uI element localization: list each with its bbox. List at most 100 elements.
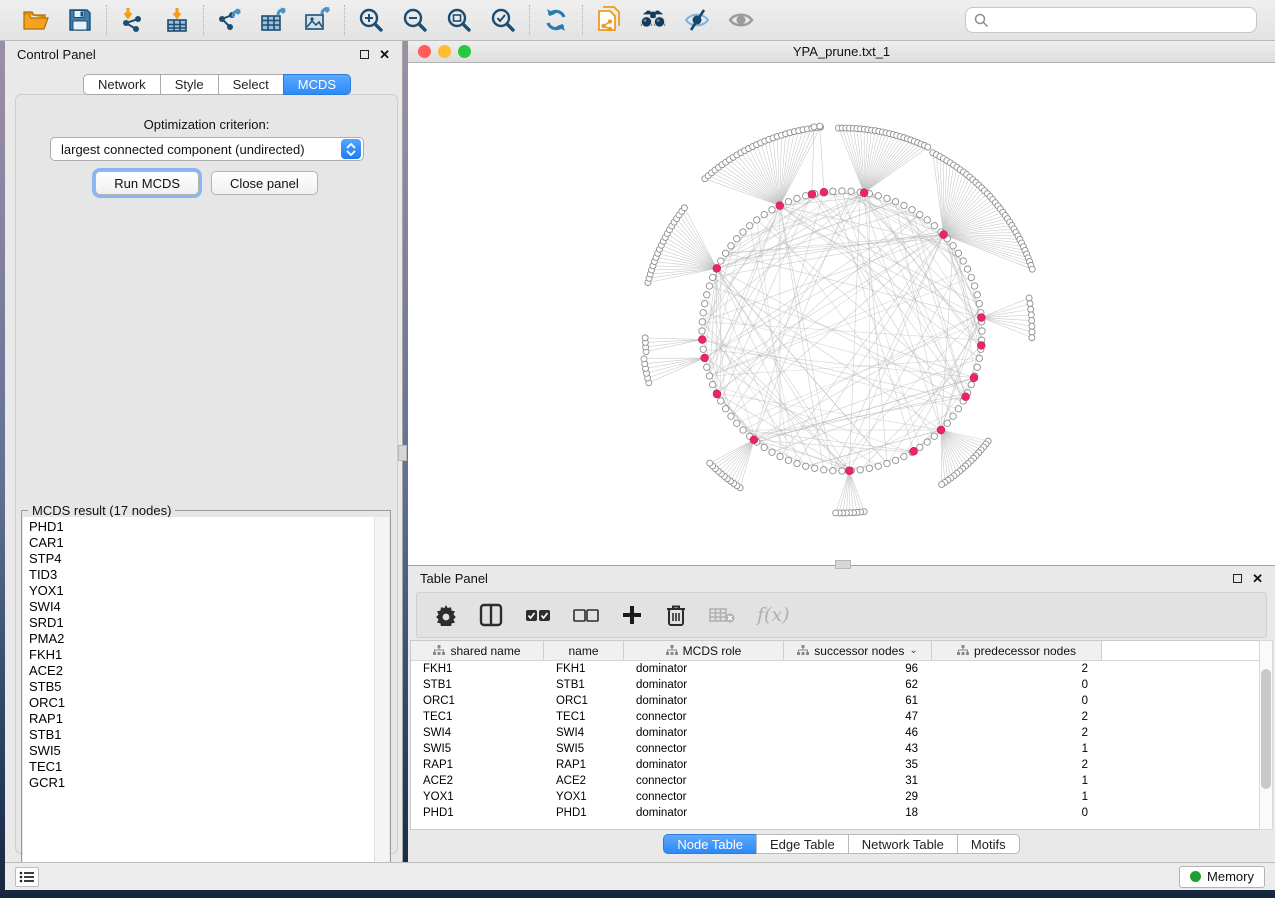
- mcds-result-item[interactable]: STB5: [23, 679, 375, 695]
- mcds-result-item[interactable]: TEC1: [23, 759, 375, 775]
- mcds-list-scrollbar[interactable]: [374, 517, 389, 876]
- mcds-result-item[interactable]: STP4: [23, 551, 375, 567]
- table-options-icon[interactable]: [435, 604, 457, 626]
- zoom-in-icon[interactable]: [357, 6, 385, 34]
- float-icon[interactable]: [1233, 574, 1242, 583]
- table-cell: 61: [784, 693, 932, 709]
- run-mcds-button[interactable]: Run MCDS: [95, 171, 199, 195]
- table-row[interactable]: TEC1TEC1connector472: [411, 709, 1259, 725]
- table-cell: FKH1: [544, 661, 624, 677]
- tab-style[interactable]: Style: [160, 74, 218, 95]
- show-all-icon[interactable]: [727, 6, 755, 34]
- mcds-result-item[interactable]: TID3: [23, 567, 375, 583]
- hide-selected-icon[interactable]: [683, 6, 711, 34]
- tab-network-table[interactable]: Network Table: [848, 834, 957, 854]
- column-header-predecessor-nodes[interactable]: predecessor nodes: [932, 641, 1102, 660]
- close-icon[interactable]: ✕: [1252, 574, 1263, 583]
- mcds-result-item[interactable]: GCR1: [23, 775, 375, 791]
- node-table[interactable]: shared namenameMCDS rolesuccessor nodes⌄…: [410, 640, 1260, 830]
- table-row[interactable]: RAP1RAP1dominator352: [411, 757, 1259, 773]
- column-header-successor-nodes[interactable]: successor nodes⌄: [784, 641, 932, 660]
- table-cell: dominator: [624, 725, 784, 741]
- task-history-button[interactable]: [15, 867, 39, 887]
- table-scrollbar[interactable]: [1259, 640, 1273, 830]
- criterion-dropdown[interactable]: largest connected component (undirected): [50, 137, 364, 161]
- table-cell: YOX1: [544, 789, 624, 805]
- tab-node-table[interactable]: Node Table: [663, 834, 756, 854]
- table-cell-filler: [1102, 677, 1259, 693]
- table-cell: 0: [932, 677, 1102, 693]
- apply-layout-icon[interactable]: [542, 6, 570, 34]
- mcds-result-item[interactable]: SWI4: [23, 599, 375, 615]
- horizontal-splitter-handle[interactable]: [835, 560, 851, 569]
- table-cell: 47: [784, 709, 932, 725]
- mcds-result-item[interactable]: SRD1: [23, 615, 375, 631]
- zoom-fit-icon[interactable]: [445, 6, 473, 34]
- table-row[interactable]: ACE2ACE2connector311: [411, 773, 1259, 789]
- tab-edge-table[interactable]: Edge Table: [756, 834, 848, 854]
- main-toolbar: [0, 0, 1275, 41]
- table-row[interactable]: SWI4SWI4dominator462: [411, 725, 1259, 741]
- export-network-icon[interactable]: [216, 6, 244, 34]
- table-row[interactable]: STB1STB1dominator620: [411, 677, 1259, 693]
- table-cell: ORC1: [544, 693, 624, 709]
- mcds-result-item[interactable]: ACE2: [23, 663, 375, 679]
- tab-mcds[interactable]: MCDS: [283, 74, 351, 95]
- tab-motifs[interactable]: Motifs: [957, 834, 1020, 854]
- import-table-icon[interactable]: [163, 6, 191, 34]
- tab-select[interactable]: Select: [218, 74, 283, 95]
- deselect-all-icon[interactable]: [573, 607, 599, 623]
- tab-network[interactable]: Network: [83, 74, 160, 95]
- table-row[interactable]: YOX1YOX1connector291: [411, 789, 1259, 805]
- mcds-result-item[interactable]: PMA2: [23, 631, 375, 647]
- delete-column-icon[interactable]: [665, 603, 687, 627]
- export-table-icon[interactable]: [260, 6, 288, 34]
- network-from-selection-icon[interactable]: [595, 6, 623, 34]
- mcds-result-item[interactable]: SWI5: [23, 743, 375, 759]
- float-icon[interactable]: [360, 50, 369, 59]
- table-cell: STB1: [544, 677, 624, 693]
- column-type-icon: [957, 645, 969, 656]
- add-column-icon[interactable]: [621, 604, 643, 626]
- table-row[interactable]: PHD1PHD1dominator180: [411, 805, 1259, 821]
- network-window-titlebar[interactable]: YPA_prune.txt_1: [408, 41, 1275, 63]
- mcds-result-item[interactable]: FKH1: [23, 647, 375, 663]
- mcds-result-item[interactable]: STB1: [23, 727, 375, 743]
- table-row[interactable]: FKH1FKH1dominator962: [411, 661, 1259, 677]
- mcds-result-item[interactable]: CAR1: [23, 535, 375, 551]
- table-row[interactable]: SWI5SWI5connector431: [411, 741, 1259, 757]
- mcds-result-item[interactable]: ORC1: [23, 695, 375, 711]
- show-columns-icon[interactable]: [479, 603, 503, 627]
- mcds-result-item[interactable]: YOX1: [23, 583, 375, 599]
- search-input[interactable]: [989, 13, 1248, 28]
- zoom-selected-icon[interactable]: [489, 6, 517, 34]
- export-image-icon[interactable]: [304, 6, 332, 34]
- select-all-icon[interactable]: [525, 607, 551, 623]
- column-header-name[interactable]: name: [544, 641, 624, 660]
- table-cell: dominator: [624, 661, 784, 677]
- find-icon[interactable]: [639, 6, 667, 34]
- table-cell: 43: [784, 741, 932, 757]
- table-cell: YOX1: [411, 789, 544, 805]
- open-session-icon[interactable]: [22, 6, 50, 34]
- mcds-result-item[interactable]: RAP1: [23, 711, 375, 727]
- column-header-mcds-role[interactable]: MCDS role: [624, 641, 784, 660]
- search-field[interactable]: [965, 7, 1257, 33]
- node-table-header: shared namenameMCDS rolesuccessor nodes⌄…: [411, 641, 1259, 661]
- memory-button[interactable]: Memory: [1179, 866, 1265, 888]
- vertical-splitter-handle[interactable]: [398, 445, 407, 461]
- table-row[interactable]: ORC1ORC1dominator610: [411, 693, 1259, 709]
- column-header-shared-name[interactable]: shared name: [411, 641, 544, 660]
- memory-status-icon: [1190, 871, 1201, 882]
- mcds-result-item[interactable]: PHD1: [23, 519, 375, 535]
- close-icon[interactable]: ✕: [379, 50, 390, 59]
- save-session-icon[interactable]: [66, 6, 94, 34]
- zoom-out-icon[interactable]: [401, 6, 429, 34]
- import-network-icon[interactable]: [119, 6, 147, 34]
- table-scrollbar-thumb[interactable]: [1261, 669, 1271, 789]
- table-cell: FKH1: [411, 661, 544, 677]
- dropdown-stepper-icon: [341, 139, 361, 159]
- network-canvas[interactable]: [408, 63, 1275, 564]
- close-panel-button[interactable]: Close panel: [211, 171, 318, 195]
- table-cell: dominator: [624, 757, 784, 773]
